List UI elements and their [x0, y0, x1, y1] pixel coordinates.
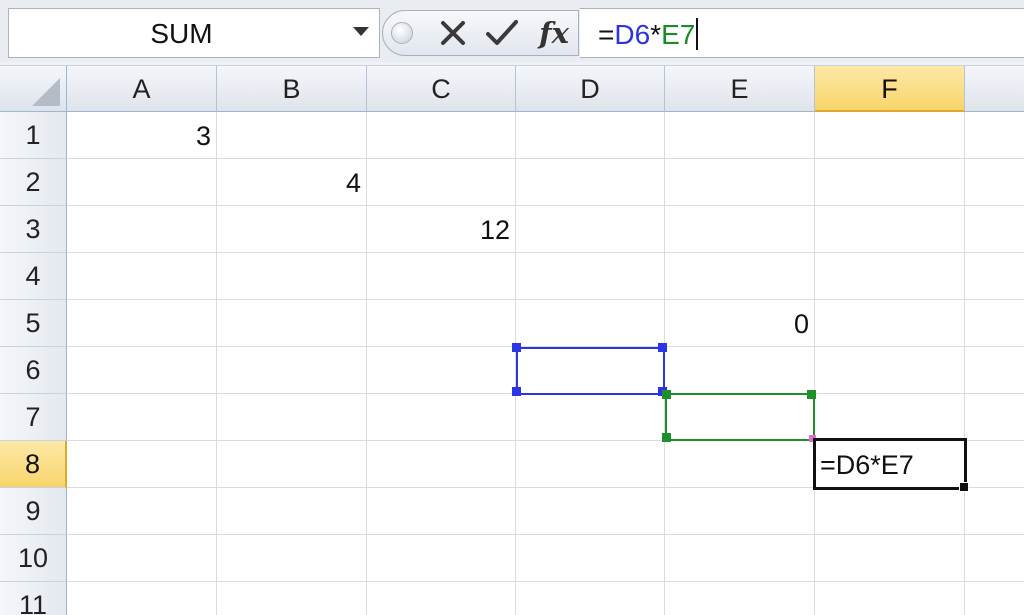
cell-e5[interactable]: 0 [665, 301, 815, 347]
reference-range-e7[interactable] [665, 393, 815, 441]
range-handle[interactable] [807, 390, 816, 399]
row-header-9[interactable]: 9 [0, 488, 67, 535]
formula-equals: = [598, 19, 615, 50]
active-cell-editor[interactable]: =D6*E7 [820, 441, 914, 487]
formula-bar: SUM fx =D6*E7 [0, 0, 1024, 62]
gridline [67, 205, 1024, 206]
name-box-value: SUM [150, 18, 213, 49]
row-header-1[interactable]: 1 [0, 112, 67, 159]
formula-ref-d6: D6 [614, 19, 651, 50]
x-icon[interactable] [438, 18, 468, 48]
cell-a1[interactable]: 3 [67, 113, 217, 159]
cell-b2[interactable]: 4 [217, 160, 367, 206]
column-header-b[interactable]: B [217, 66, 367, 112]
row-header-10[interactable]: 10 [0, 535, 67, 582]
gridline [964, 112, 965, 615]
row-header-8[interactable]: 8 [0, 441, 67, 488]
resize-grip-icon[interactable] [391, 22, 413, 44]
fill-handle[interactable] [959, 482, 969, 492]
spreadsheet-grid: A B C D E F 1 2 3 4 5 6 7 8 9 10 11 3 4 … [0, 62, 1024, 615]
column-header-e[interactable]: E [665, 66, 815, 112]
range-handle[interactable] [662, 433, 671, 442]
select-all-button[interactable] [0, 66, 67, 112]
column-header-c[interactable]: C [367, 66, 516, 112]
formula-input[interactable]: =D6*E7 [580, 8, 1024, 58]
row-header-11[interactable]: 11 [0, 582, 67, 615]
formula-text: =D6*E7 [598, 9, 699, 57]
row-header-7[interactable]: 7 [0, 394, 67, 441]
cell-c3[interactable]: 12 [367, 207, 516, 253]
checkmark-icon[interactable] [485, 18, 519, 48]
active-cell-f8[interactable]: =D6*E7 [813, 438, 967, 490]
range-handle[interactable] [512, 343, 521, 352]
reference-range-d6[interactable] [516, 347, 665, 395]
row-header-3[interactable]: 3 [0, 206, 67, 253]
fx-icon[interactable]: fx [534, 14, 574, 52]
gridline [67, 581, 1024, 582]
gridline [67, 252, 1024, 253]
select-all-icon [32, 78, 60, 106]
range-handle[interactable] [512, 387, 521, 396]
range-handle[interactable] [658, 343, 667, 352]
chevron-down-icon[interactable] [353, 27, 369, 36]
column-header-g-partial[interactable] [965, 66, 1024, 112]
range-handle[interactable] [662, 390, 671, 399]
column-header-a[interactable]: A [67, 66, 217, 112]
formula-buttons: fx [382, 10, 579, 56]
column-header-d[interactable]: D [516, 66, 665, 112]
text-caret [696, 18, 699, 50]
row-header-6[interactable]: 6 [0, 347, 67, 394]
gridline [67, 299, 1024, 300]
gridline [814, 112, 815, 615]
name-box[interactable]: SUM [8, 8, 380, 58]
row-header-2[interactable]: 2 [0, 159, 67, 206]
gridline [67, 534, 1024, 535]
column-header-f[interactable]: F [815, 66, 965, 112]
row-header-4[interactable]: 4 [0, 253, 67, 300]
row-header-5[interactable]: 5 [0, 300, 67, 347]
formula-operator: * [650, 19, 662, 50]
formula-ref-e7: E7 [661, 19, 696, 50]
